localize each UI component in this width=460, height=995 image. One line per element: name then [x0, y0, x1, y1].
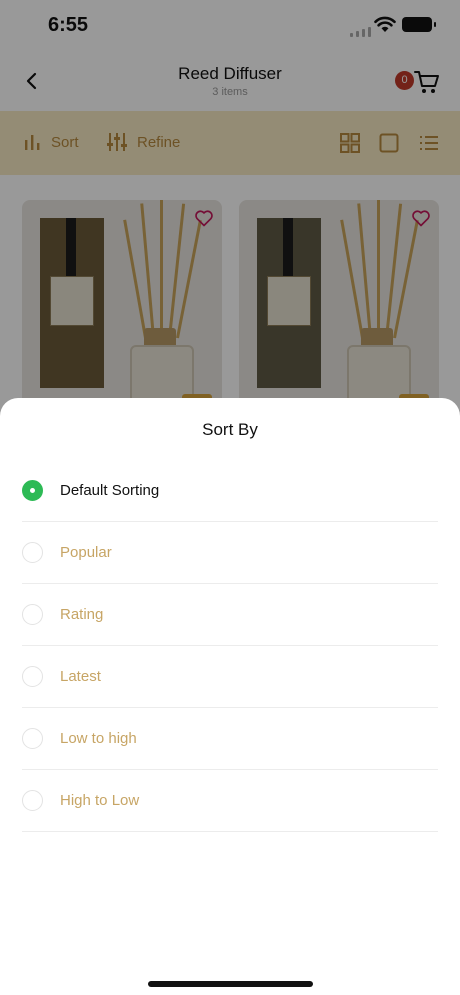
sort-option-label: High to Low	[60, 792, 140, 809]
sort-option-label: Low to high	[60, 730, 137, 747]
sort-sheet: Sort By Default Sorting Popular Rating L…	[0, 398, 460, 995]
radio-button[interactable]	[22, 480, 43, 501]
sort-option-rating[interactable]: Rating	[22, 584, 438, 646]
sort-option-label: Latest	[60, 668, 101, 685]
sort-option-label: Popular	[60, 544, 112, 561]
sort-option-default[interactable]: Default Sorting	[22, 460, 438, 522]
home-indicator	[148, 981, 313, 987]
radio-button[interactable]	[22, 604, 43, 625]
radio-button[interactable]	[22, 790, 43, 811]
sort-option-latest[interactable]: Latest	[22, 646, 438, 708]
radio-button[interactable]	[22, 666, 43, 687]
radio-button[interactable]	[22, 728, 43, 749]
sheet-title: Sort By	[202, 420, 258, 439]
radio-button[interactable]	[22, 542, 43, 563]
sort-option-high-to-low[interactable]: High to Low	[22, 770, 438, 832]
sort-option-label: Default Sorting	[60, 482, 160, 499]
sort-option-popular[interactable]: Popular	[22, 522, 438, 584]
sort-option-low-to-high[interactable]: Low to high	[22, 708, 438, 770]
sort-option-label: Rating	[60, 606, 104, 623]
